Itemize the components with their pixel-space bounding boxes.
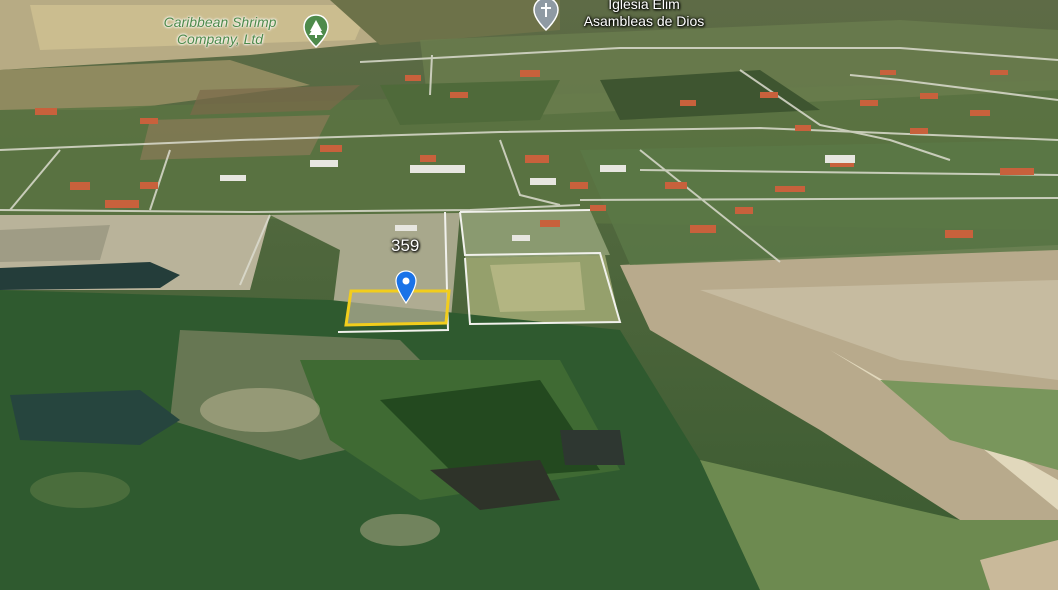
parcel-number-label: 359 bbox=[391, 236, 420, 255]
tree-icon[interactable] bbox=[303, 14, 329, 53]
place-label-iglesia-elim[interactable]: Iglesia Elim Asambleas de Dios bbox=[566, 0, 722, 30]
place-name-line1: Iglesia Elim bbox=[608, 0, 680, 12]
satellite-imagery bbox=[0, 0, 1058, 590]
place-name-line2: Company, Ltd bbox=[176, 31, 264, 47]
place-name-line1: Caribbean Shrimp bbox=[163, 14, 277, 30]
cross-icon[interactable] bbox=[533, 0, 559, 37]
place-name-line2: Asambleas de Dios bbox=[583, 13, 705, 29]
satellite-map[interactable]: Caribbean Shrimp Company, Ltd Iglesia El… bbox=[0, 0, 1058, 590]
location-pin-icon[interactable] bbox=[395, 270, 417, 309]
place-label-caribbean-shrimp[interactable]: Caribbean Shrimp Company, Ltd bbox=[148, 14, 292, 48]
